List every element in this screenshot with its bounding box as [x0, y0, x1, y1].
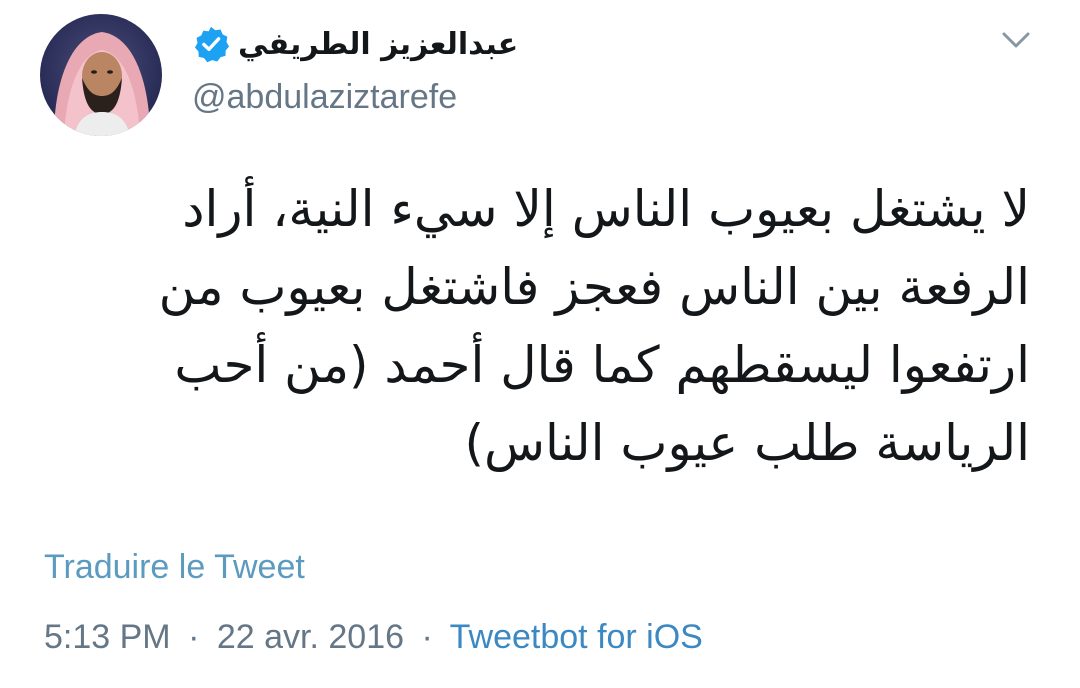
tweet-text-line: ارتفعوا ليسقطهم كما قال أحمد (من أحب: [174, 336, 1030, 394]
tweet-meta: 5:13 PM · 22 avr. 2016 · Tweetbot for iO…: [44, 618, 703, 657]
display-name-row: عبدالعزيز الطريفي: [190, 16, 530, 72]
tweet-text-line: لا يشتغل بعيوب الناس إلا سيء النية، أراد: [182, 180, 1030, 238]
meta-separator: ·: [421, 618, 433, 656]
chevron-down-icon[interactable]: [996, 26, 1036, 56]
tweet-card: عبدالعزيز الطريفي @abdulaziztarefe لا يش…: [0, 0, 1080, 688]
display-name[interactable]: عبدالعزيز الطريفي: [238, 27, 518, 62]
tweet-text-line: الرفعة بين الناس فعجز فاشتغل بعيوب من: [158, 258, 1030, 316]
tweet-time[interactable]: 5:13 PM: [44, 618, 171, 656]
tweet-text-line: الرياسة طلب عيوب الناس): [464, 414, 1030, 472]
meta-separator: ·: [188, 618, 200, 656]
tweet-date[interactable]: 22 avr. 2016: [217, 618, 404, 656]
translate-tweet-link[interactable]: Traduire le Tweet: [44, 548, 305, 587]
tweet-text: لا يشتغل بعيوب الناس إلا سيء النية، أراد…: [70, 170, 1030, 482]
tweet-source-link[interactable]: Tweetbot for iOS: [450, 618, 703, 656]
avatar[interactable]: [40, 14, 162, 136]
user-handle[interactable]: @abdulaziztarefe: [192, 78, 457, 117]
author-block: عبدالعزيز الطريفي @abdulaziztarefe: [190, 16, 530, 126]
avatar-image: [40, 14, 162, 136]
verified-badge-icon: [194, 26, 230, 63]
